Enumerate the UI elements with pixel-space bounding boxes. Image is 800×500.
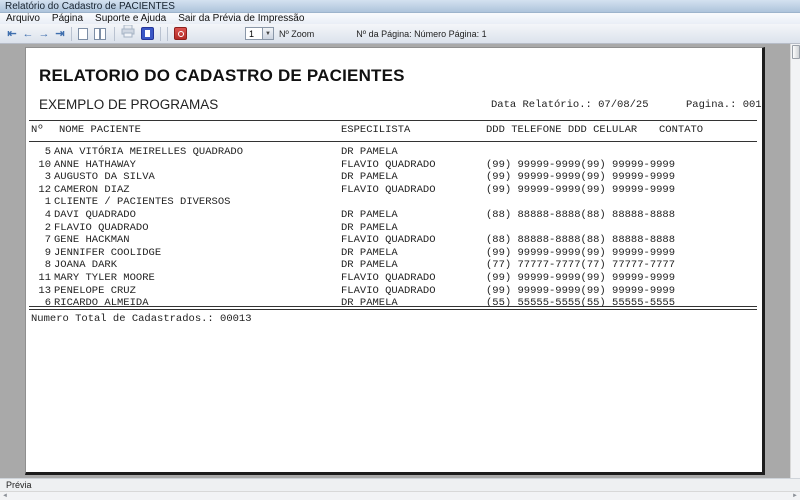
zoom-label: Nº Zoom (279, 29, 314, 39)
first-page-icon[interactable]: ⇤ (5, 27, 19, 41)
window-title: Relatório do Cadastro de PACIENTES (5, 1, 175, 12)
single-page-view-icon[interactable] (78, 28, 88, 40)
column-header: Nº (31, 124, 44, 136)
toolbar: ⇤ ← → ⇥ 1 ▼ Nº Zoom Nº da Página: Número… (0, 24, 800, 44)
menubar: Arquivo Página Suporte e Ajuda Sair da Prév… (0, 13, 800, 24)
column-header: DDD TELEFONE DDD CELULAR (486, 124, 637, 136)
zoom-value[interactable]: 1 (245, 27, 263, 40)
table-row: 7GENE HACKMANFLAVIO QUADRADO(88) 88888-8… (26, 234, 762, 247)
previous-page-icon[interactable]: ← (21, 27, 35, 41)
menu-item[interactable]: Sair da Prévia de Impressão (178, 13, 304, 24)
table-row: 2FLAVIO QUADRADODR PAMELA (26, 222, 762, 235)
two-page-view-icon[interactable] (94, 28, 108, 40)
table-row: 9JENNIFER COOLIDGEDR PAMELA(99) 99999-99… (26, 247, 762, 260)
next-page-icon[interactable]: → (37, 27, 51, 41)
toolbar-separator (160, 27, 161, 41)
vertical-scrollbar-thumb[interactable] (792, 45, 800, 59)
table-row: 10ANNE HATHAWAYFLAVIO QUADRADO(99) 99999… (26, 159, 762, 172)
page-number-label: Nº da Página: Número Página: 1 (356, 29, 486, 39)
table-row: 3AUGUSTO DA SILVADR PAMELA(99) 99999-999… (26, 171, 762, 184)
report-date: Data Relatório.: 07/08/25 (491, 99, 649, 111)
toolbar-separator (71, 27, 72, 41)
column-header: CONTATO (659, 124, 703, 136)
column-header: NOME PACIENTE (59, 124, 141, 136)
toolbar-separator (167, 27, 168, 41)
table-row: 11MARY TYLER MOOREFLAVIO QUADRADO(99) 99… (26, 272, 762, 285)
statusbar: Prévia (0, 478, 800, 491)
table-row: 1CLIENTE / PACIENTES DIVERSOS (26, 196, 762, 209)
vertical-scrollbar[interactable] (790, 44, 800, 478)
titlebar: Relatório do Cadastro de PACIENTES (0, 0, 800, 13)
menu-item[interactable]: Página (52, 13, 83, 24)
table-row: 4DAVI QUADRADODR PAMELA(88) 88888-8888(8… (26, 209, 762, 222)
printer-icon[interactable] (121, 25, 135, 43)
report-page: RELATORIO DO CADASTRO DE PACIENTES EXEMP… (25, 47, 765, 475)
table-row: 12CAMERON DIAZFLAVIO QUADRADO(99) 99999-… (26, 184, 762, 197)
menu-item[interactable]: Suporte e Ajuda (95, 13, 166, 24)
report-column-headers: Nº NOME PACIENTE ESPECILISTA DDD TELEFONE D… (26, 124, 762, 137)
print-setup-icon[interactable] (141, 27, 154, 40)
exit-preview-icon[interactable] (174, 27, 187, 40)
status-text: Prévia (6, 480, 32, 490)
table-row: 5ANA VITÓRIA MEIRELLES QUADRADODR PAMELA (26, 146, 762, 159)
preview-area: RELATORIO DO CADASTRO DE PACIENTES EXEMP… (0, 44, 800, 478)
table-row: 8JOANA DARKDR PAMELA(77) 77777-7777(77) … (26, 259, 762, 272)
last-page-icon[interactable]: ⇥ (53, 27, 67, 41)
scroll-left-icon[interactable]: ◄ (2, 493, 8, 499)
report-subtitle: EXEMPLO DE PROGRAMAS (39, 97, 218, 112)
report-title: RELATORIO DO CADASTRO DE PACIENTES (39, 66, 405, 86)
report-rows: 5ANA VITÓRIA MEIRELLES QUADRADODR PAMELA… (26, 146, 762, 310)
zoom-dropdown[interactable]: 1 ▼ (245, 27, 274, 40)
chevron-down-icon[interactable]: ▼ (263, 27, 274, 40)
column-header: ESPECILISTA (341, 124, 410, 136)
toolbar-separator (114, 27, 115, 41)
scroll-right-icon[interactable]: ► (792, 493, 798, 499)
table-row: 13PENELOPE CRUZFLAVIO QUADRADO(99) 99999… (26, 285, 762, 298)
horizontal-scrollbar[interactable]: ◄ ► (0, 491, 800, 500)
divider (29, 141, 757, 142)
double-divider (29, 306, 757, 310)
report-page-number: Pagina.: 001 (686, 99, 762, 111)
divider (29, 120, 757, 121)
app-window: Relatório do Cadastro de PACIENTES Arqui… (0, 0, 800, 500)
menu-item[interactable]: Arquivo (6, 13, 40, 24)
total-registered-label: Numero Total de Cadastrados.: 00013 (31, 313, 252, 325)
